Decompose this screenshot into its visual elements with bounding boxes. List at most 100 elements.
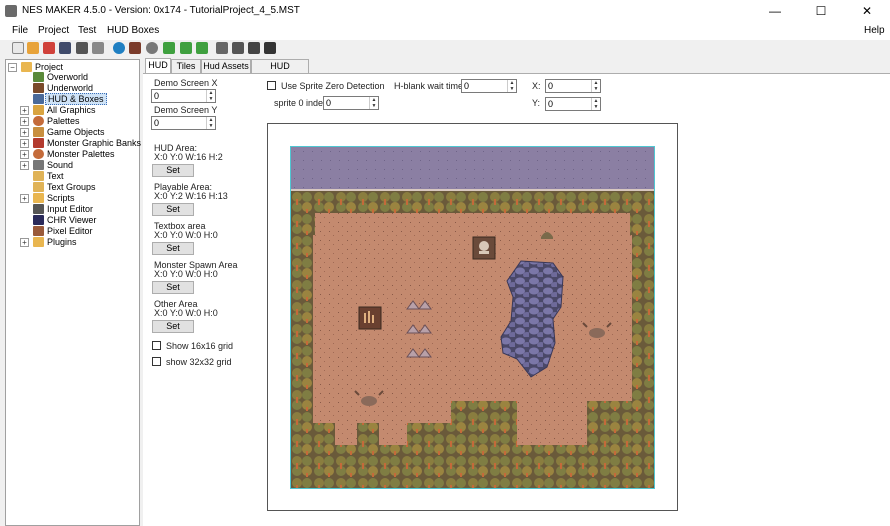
save-icon[interactable] [59,42,71,54]
playable-area-value: X:0 Y:2 W:16 H:13 [154,191,228,201]
set-playable-area-button[interactable]: Set [152,203,194,216]
tree-root-label: Project [35,62,64,72]
globe-icon[interactable] [113,42,125,54]
spin-arrows-icon[interactable]: ▲ ▼ [206,90,215,102]
object-icon [33,127,44,137]
tab-hud[interactable]: HUD [145,58,171,74]
tree-item-label: Sound [47,160,74,170]
tree-item-label: Input Editor [47,204,94,214]
disk-icon[interactable] [248,42,260,54]
tree-item-label: Pixel Editor [47,226,93,236]
open-folder-icon[interactable] [27,42,39,54]
speaker-icon [33,160,44,170]
expand-icon[interactable]: + [20,238,29,247]
text-icon [33,171,44,181]
expand-icon[interactable]: + [20,128,29,137]
hblank-wait-stepper[interactable]: 0 ▲ ▼ [461,79,517,93]
tab-hud-elements[interactable]: HUD Elements [251,59,309,84]
expand-icon[interactable]: + [20,139,29,148]
demo-screen-y-label: Demo Screen Y [154,105,218,115]
hud-icon [33,94,44,104]
set-textbox-area-button[interactable]: Set [152,242,194,255]
text-groups-icon [33,182,44,192]
hud-area-value: X:0 Y:0 W:16 H:2 [154,152,223,162]
export-icon[interactable] [163,42,175,54]
palette-icon [33,116,44,126]
sprite0-index-value: 0 [326,98,332,108]
gear-icon[interactable] [146,42,158,54]
set-monster-spawn-area-button[interactable]: Set [152,281,194,294]
demo-screen-y-stepper[interactable]: 0 ▲ ▼ [151,116,216,130]
map-icon [33,72,44,82]
tree-item-label: Monster Graphic Banks [47,138,142,148]
set-other-area-button[interactable]: Set [152,320,194,333]
title-bar: NES MAKER 4.5.0 - Version: 0x174 - Tutor… [0,0,890,22]
menu-test[interactable]: Test [78,25,96,36]
expand-icon[interactable]: + [20,194,29,203]
tree-item-label: All Graphics [47,105,96,115]
spin-arrows-icon[interactable]: ▲ ▼ [591,80,600,92]
maximize-button[interactable]: ☐ [798,0,844,22]
tab-tiles[interactable]: Tiles [171,59,201,73]
export-3-icon[interactable] [196,42,208,54]
screenshot-icon[interactable] [216,42,228,54]
set-hud-area-button[interactable]: Set [152,164,194,177]
emulator-icon[interactable] [232,42,244,54]
show-16x16-grid-label: Show 16x16 grid [166,341,234,351]
minimize-button[interactable]: — [752,0,798,22]
demo-screen-x-value: 0 [154,91,160,101]
monster-icon [33,138,44,148]
menu-hud-boxes[interactable]: HUD Boxes [107,25,159,36]
toolbar [0,40,890,58]
expand-icon[interactable]: + [20,106,29,115]
collapse-icon[interactable]: − [8,63,17,72]
monster-spawn-area-value: X:0 Y:0 W:0 H:0 [154,269,218,279]
screen-preview[interactable] [290,146,655,489]
spin-arrows-icon[interactable]: ▲ ▼ [591,98,600,110]
controller-icon [33,204,44,214]
build-icon[interactable] [129,42,141,54]
tab-hud-assets[interactable]: Hud Assets [201,59,251,73]
y-stepper[interactable]: 0 ▲ ▼ [545,97,601,111]
tree-item-label: Text [47,171,64,181]
sprite0-index-label: sprite 0 index: [274,98,331,108]
demo-screen-x-stepper[interactable]: 0 ▲ ▼ [151,89,216,103]
export-2-icon[interactable] [180,42,192,54]
tree-item-label: Plugins [47,237,77,247]
expand-icon[interactable]: + [20,161,29,170]
open-recent-icon[interactable] [43,42,55,54]
other-area-value: X:0 Y:0 W:0 H:0 [154,308,218,318]
demo-screen-y-value: 0 [154,118,160,128]
new-file-icon[interactable] [12,42,24,54]
folder-icon [33,237,44,247]
hblank-wait-value: 0 [464,81,470,91]
show-16x16-grid-checkbox[interactable] [152,341,161,350]
menu-file[interactable]: File [12,25,28,36]
expand-icon[interactable]: + [20,117,29,126]
print-icon[interactable] [92,42,104,54]
app-window: NES MAKER 4.5.0 - Version: 0x174 - Tutor… [0,0,890,526]
tree-item-label: Monster Palettes [47,149,115,159]
close-button[interactable]: ✕ [844,0,890,22]
use-sprite-zero-checkbox[interactable] [267,81,276,90]
save-as-icon[interactable] [76,42,88,54]
sprite0-index-stepper[interactable]: 0 ▲ ▼ [323,96,379,110]
show-32x32-grid-checkbox[interactable] [152,357,161,366]
use-sprite-zero-label: Use Sprite Zero Detection [281,81,385,91]
x-stepper[interactable]: 0 ▲ ▼ [545,79,601,93]
folder-icon [21,62,32,72]
tree-item-label: Scripts [47,193,75,203]
tree-item-label: HUD & Boxes [45,93,107,105]
textbox-area-value: X:0 Y:0 W:0 H:0 [154,230,218,240]
book-icon[interactable] [264,42,276,54]
map-icon [33,83,44,93]
tree-item-label: Palettes [47,116,80,126]
spin-arrows-icon[interactable]: ▲ ▼ [206,117,215,129]
spin-arrows-icon[interactable]: ▲ ▼ [507,80,516,92]
spin-arrows-icon[interactable]: ▲ ▼ [369,97,378,109]
expand-icon[interactable]: + [20,150,29,159]
y-label: Y: [532,98,541,108]
menu-project[interactable]: Project [38,25,69,36]
menu-help[interactable]: Help [864,25,885,36]
menu-bar: File Project Test HUD Boxes Help [0,22,890,40]
